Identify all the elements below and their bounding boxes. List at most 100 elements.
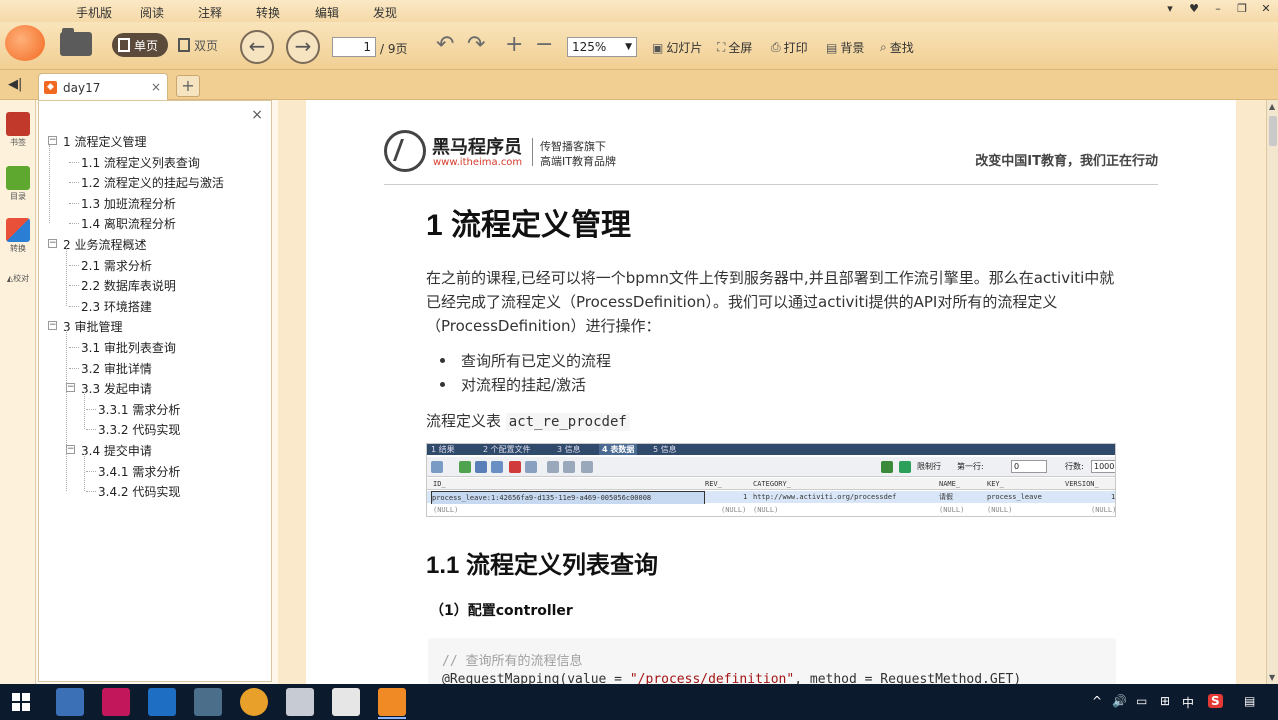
rail-convert[interactable]: 转换	[4, 218, 32, 254]
single-page-button[interactable]: 单页	[112, 33, 168, 57]
outline-item[interactable]: 3.3 发起申请	[81, 380, 152, 397]
outline-item[interactable]: 1.4 离职流程分析	[81, 215, 176, 232]
document-view[interactable]: 黑马程序员 www.itheima.com 传智播客旗下 高端IT教育品牌 改变…	[278, 100, 1266, 684]
refresh-icon	[525, 461, 537, 473]
code-comment: // 查询所有的流程信息	[442, 654, 583, 669]
dropdown-icon[interactable]: ▾	[1162, 1, 1178, 17]
double-page-button[interactable]: 双页	[172, 33, 228, 57]
db-cell: process_leave:1:42656fa9-d135-11e9-a469-…	[431, 491, 705, 505]
menu-read[interactable]: 阅读	[140, 4, 164, 21]
tray-chevron-icon[interactable]: ^	[1092, 694, 1102, 708]
scroll-down-icon[interactable]: ▼	[1269, 673, 1275, 682]
scroll-thumb[interactable]	[1269, 116, 1277, 146]
db-cell: (NULL)	[939, 506, 965, 514]
outline-item[interactable]: 3.2 审批详情	[81, 360, 152, 377]
db-header-cell: CATEGORY_	[753, 480, 791, 488]
taskbar-app-icon[interactable]	[286, 688, 314, 716]
vertical-scrollbar[interactable]: ▲ ▼	[1266, 100, 1278, 684]
collapse-icon[interactable]: −	[48, 321, 57, 331]
db-tab: 2 个配置文件	[483, 445, 531, 454]
db-header-cell: REV_	[705, 480, 722, 488]
bookmark-icon	[6, 112, 30, 136]
collapse-icon[interactable]: −	[48, 136, 57, 145]
rotate-left-icon[interactable]: ↶	[436, 32, 454, 57]
outline-item[interactable]: 3.3.1 需求分析	[98, 401, 180, 418]
side-rail: 书签 目录 转换 ◭校对	[0, 100, 36, 684]
prev-page-button[interactable]: ←	[240, 30, 274, 64]
rail-proofread[interactable]: ◭校对	[4, 272, 32, 284]
slideshow-button[interactable]: ▣ 幻灯片	[652, 39, 702, 56]
skin-icon[interactable]: ♥	[1186, 1, 1202, 17]
outline-item[interactable]: 3.1 审批列表查询	[81, 339, 176, 356]
open-folder-icon[interactable]	[60, 28, 92, 56]
collapse-icon[interactable]: −	[48, 239, 57, 248]
outline-item[interactable]: 3.4 提交申请	[81, 442, 152, 459]
outline-item[interactable]: 3.3.2 代码实现	[98, 421, 180, 438]
menu-annotate[interactable]: 注释	[198, 4, 222, 21]
outline-item[interactable]: 3.4.2 代码实现	[98, 483, 180, 500]
outline-item[interactable]: 1 流程定义管理	[63, 133, 146, 150]
network-icon[interactable]: ▭	[1136, 694, 1147, 708]
tab-close-icon[interactable]: ×	[151, 80, 161, 94]
rotate-right-icon[interactable]: ↷	[467, 32, 485, 57]
tree-connector	[69, 223, 79, 225]
menu-discover[interactable]: 发现	[373, 4, 397, 21]
outline-item[interactable]: 3 审批管理	[63, 318, 122, 335]
fullscreen-button[interactable]: ⛶ 全屏	[717, 39, 752, 56]
reset-filter-icon	[899, 461, 911, 473]
rail-toc[interactable]: 目录	[4, 166, 32, 202]
minimize-button[interactable]: –	[1210, 1, 1226, 17]
menu-convert[interactable]: 转换	[256, 4, 280, 21]
tree-connector	[69, 305, 79, 307]
tab-document[interactable]: ◆ day17 ×	[38, 73, 168, 100]
zoom-in-icon[interactable]: +	[505, 32, 523, 57]
close-button[interactable]: ✕	[1258, 1, 1274, 17]
network-icon[interactable]: ⊞	[1160, 694, 1170, 708]
notification-icon[interactable]: ▤	[1244, 694, 1255, 708]
sogou-icon[interactable]: S	[1208, 694, 1223, 708]
outline-item[interactable]: 1.2 流程定义的挂起与激活	[81, 174, 224, 191]
scroll-up-icon[interactable]: ▲	[1269, 102, 1275, 111]
filter-icon	[881, 461, 893, 473]
collapse-icon[interactable]: −	[66, 383, 75, 393]
header-divider	[384, 184, 1158, 185]
tree-connector	[69, 285, 79, 287]
outline-item[interactable]: 1.3 加班流程分析	[81, 195, 176, 212]
zoom-out-icon[interactable]: −	[535, 32, 553, 57]
next-page-button[interactable]: →	[286, 30, 320, 64]
windows-start-icon[interactable]	[12, 693, 30, 711]
app-logo-icon[interactable]	[5, 25, 45, 61]
taskbar-app-icon[interactable]	[56, 688, 84, 716]
outline-item[interactable]: 2.3 环境搭建	[81, 298, 152, 315]
menu-mobile[interactable]: 手机版	[76, 4, 112, 21]
taskbar-app-icon[interactable]	[194, 688, 222, 716]
outline-item[interactable]: 3.4.1 需求分析	[98, 463, 180, 480]
print-button[interactable]: ⎙ 打印	[771, 39, 808, 56]
rail-bookmarks[interactable]: 书签	[4, 112, 32, 148]
browser-icon[interactable]	[240, 688, 268, 716]
new-tab-button[interactable]: +	[176, 75, 200, 97]
taskbar-app-icon[interactable]	[332, 688, 360, 716]
background-button[interactable]: ▤ 背景	[826, 39, 864, 56]
find-button[interactable]: ⌕ 查找	[880, 39, 914, 56]
close-icon[interactable]: ×	[251, 107, 263, 123]
page-number-input[interactable]: 1	[332, 37, 376, 57]
volume-icon[interactable]: 🔊	[1112, 694, 1127, 708]
menu-edit[interactable]: 编辑	[315, 4, 339, 21]
ime-indicator[interactable]: 中	[1182, 694, 1194, 711]
pdf-reader-icon[interactable]	[378, 688, 406, 716]
outline-item[interactable]: 2.1 需求分析	[81, 257, 152, 274]
nav-toggle-icon[interactable]: ◀|	[8, 77, 22, 92]
zoom-select[interactable]: 125% ▼	[567, 37, 637, 57]
outline-item[interactable]: 2.2 数据库表说明	[81, 277, 176, 294]
outline-item[interactable]: 1.1 流程定义列表查询	[81, 154, 200, 171]
db-row: process_leave:1:42656fa9-d135-11e9-a469-…	[427, 491, 1115, 505]
taskbar-app-icon[interactable]	[102, 688, 130, 716]
maximize-button[interactable]: ❐	[1234, 1, 1250, 17]
tree-connector	[84, 392, 85, 430]
outline-item[interactable]: 2 业务流程概述	[63, 236, 146, 253]
collapse-icon[interactable]: −	[66, 445, 75, 454]
background-icon: ▤	[826, 40, 838, 55]
taskbar-app-icon[interactable]	[148, 688, 176, 716]
save-icon	[491, 461, 503, 473]
